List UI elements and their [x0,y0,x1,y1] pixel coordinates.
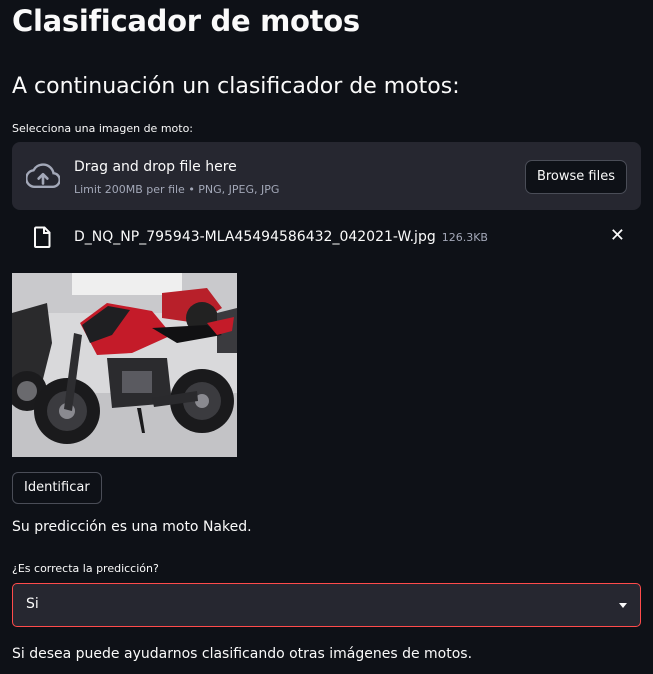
caret-down-icon[interactable] [619,603,627,608]
uploader-label: Selecciona una imagen de moto: [12,122,194,135]
select-value: Si [26,596,39,612]
uploaded-file-row: D_NQ_NP_795943-MLA45494586432_042021-W.j… [12,222,641,254]
browse-files-button[interactable]: Browse files [524,160,627,194]
motorcycle-photo-illustration [12,273,237,457]
prediction-text: Su predicción es una moto Naked. [12,519,252,535]
page-title: Clasificador de motos [12,4,360,38]
prediction-feedback-select[interactable]: Si [12,583,641,627]
file-size: 126.3KB [441,231,488,244]
dropzone-limit-text: Limit 200MB per file • PNG, JPEG, JPG [74,183,280,196]
dropzone-title: Drag and drop file here [74,159,237,175]
cloud-upload-icon [26,163,60,188]
page-subtitle: A continuación un clasificador de motos: [12,74,460,99]
app-page: Clasificador de motos A continuación un … [0,0,653,674]
motorcycle-image [12,273,237,457]
remove-file-icon[interactable]: ✕ [610,225,625,246]
footer-text: Si desea puede ayudarnos clasificando ot… [12,646,473,662]
uploaded-file-name: D_NQ_NP_795943-MLA45494586432_042021-W.j… [74,229,488,245]
file-icon [34,226,51,248]
file-dropzone[interactable]: Drag and drop file here Limit 200MB per … [12,142,641,210]
identify-button[interactable]: Identificar [12,472,102,504]
file-name-text: D_NQ_NP_795943-MLA45494586432_042021-W.j… [74,229,436,245]
feedback-label: ¿Es correcta la predicción? [12,562,159,575]
